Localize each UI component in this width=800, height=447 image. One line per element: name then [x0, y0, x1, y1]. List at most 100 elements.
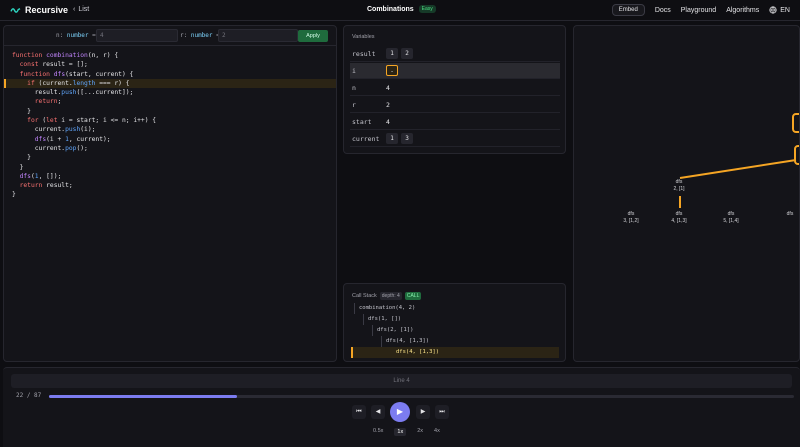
nav-docs[interactable]: Docs	[655, 7, 671, 14]
code-line: }	[12, 163, 24, 171]
param-r-name: r:	[180, 32, 188, 39]
code-line: function combination(n, r) {	[12, 52, 119, 59]
back-to-list-link[interactable]: ‹ List	[73, 6, 89, 13]
variable-row: n4	[350, 80, 560, 96]
nav-playground[interactable]: Playground	[681, 7, 716, 14]
state-badge: CALL	[404, 292, 422, 300]
step-forward-button[interactable]: ▶	[416, 405, 430, 419]
param-r-label: r: number =	[180, 32, 220, 39]
top-nav: Embed Docs Playground Algorithms EN	[611, 4, 790, 16]
variable-value: 4	[386, 83, 390, 92]
skip-to-start-button[interactable]: ⏮	[352, 405, 366, 419]
speed-selector: 0.5x 1x 2x 4x	[373, 428, 440, 436]
tree-node[interactable]: dfs 5, [1,4]	[712, 209, 750, 226]
chevron-left-icon: ‹	[73, 6, 76, 13]
variable-name: current	[352, 134, 380, 143]
depth-badge: depth: 4	[379, 292, 402, 300]
tree-node-label: dfs	[627, 211, 635, 217]
tree-edge-root	[679, 159, 797, 179]
param-n-input[interactable]: 4	[96, 29, 178, 42]
params-bar: n: number = 4 r: number = 2 Apply	[4, 26, 336, 46]
code-line: current.push(i);	[12, 126, 96, 134]
tree-node-label: dfs	[727, 211, 735, 217]
tree-node-args: 2, [1]	[673, 185, 685, 192]
tree-node-args: 5, [1,4]	[723, 217, 739, 224]
call-stack-title: Call Stack	[352, 293, 377, 299]
code-line: return;	[34, 98, 62, 106]
play-button[interactable]: ▶	[390, 402, 410, 422]
step-back-icon: ◀	[375, 409, 381, 415]
code-panel: n: number = 4 r: number = 2 Apply functi…	[3, 25, 337, 362]
code-line: for (let i = start; i <= n; i++) {	[27, 117, 157, 125]
code-line: dfs(1, []);	[19, 172, 62, 180]
tree-node-label: dfs	[786, 211, 794, 217]
wave-icon	[10, 7, 21, 13]
variable-value: 13	[386, 133, 416, 144]
tree-node[interactable]: dfs 4, [1,3]	[660, 209, 698, 226]
value-chip: -	[386, 65, 398, 76]
language-selector[interactable]: EN	[769, 6, 790, 14]
variable-row: result 1 2	[350, 46, 560, 62]
skip-back-icon: ⏮	[356, 409, 362, 415]
code-editor: function combination(n, r) { const resul…	[4, 51, 336, 200]
value-chip: 3	[401, 133, 413, 144]
speed-option[interactable]: 4x	[434, 428, 440, 436]
step-back-button[interactable]: ◀	[371, 405, 385, 419]
top-bar: Recursive ‹ List Combinations Easy Embed…	[0, 0, 800, 21]
variable-name: n	[352, 83, 356, 92]
variable-row: current 1 3	[350, 131, 560, 147]
code-line: }	[12, 191, 16, 199]
step-forward-icon: ▶	[420, 409, 426, 415]
tree-node-label: dfs	[675, 179, 683, 185]
code-line: const result = [];	[19, 61, 88, 69]
code-line: }	[12, 107, 31, 115]
value-chip: 2	[401, 48, 413, 59]
variable-name: start	[352, 117, 372, 126]
progress-track[interactable]	[49, 395, 794, 398]
recursion-tree-panel[interactable]: dfs 2, [1] dfs 3, [1,2] dfs 4, [1,3] dfs 5, …	[573, 25, 800, 362]
param-n-label: n: number =	[56, 32, 96, 39]
tree-node[interactable]: dfs	[771, 209, 799, 226]
speed-option[interactable]: 2x	[417, 428, 423, 436]
code-line: current.pop();	[12, 144, 88, 152]
variable-row: i-	[350, 63, 560, 79]
nav-algorithms[interactable]: Algorithms	[726, 7, 759, 14]
step-counter: 22 / 87	[16, 392, 42, 399]
variable-value: 2	[386, 100, 390, 109]
variable-name: r	[352, 100, 356, 109]
variable-row: start 4	[350, 114, 560, 130]
param-n-type: number	[66, 32, 89, 39]
stack-frame: dfs(2, [1])	[372, 325, 413, 336]
brand-logo[interactable]: Recursive	[10, 5, 68, 15]
play-icon: ▶	[396, 407, 404, 416]
problem-title-group: Combinations Easy	[367, 5, 436, 13]
tree-edges	[679, 113, 799, 208]
param-r-input[interactable]: 2	[218, 29, 298, 42]
code-line: return result;	[19, 182, 73, 190]
tree-node[interactable]: dfs 2, [1]	[660, 177, 698, 194]
variable-value: 4	[386, 117, 390, 126]
tree-node-label: dfs	[675, 211, 683, 217]
back-label: List	[78, 6, 90, 13]
tree-node[interactable]: dfs 3, [1,2]	[612, 209, 650, 226]
tree-node-offscreen-a	[792, 113, 799, 133]
code-line: if (current.length === r) {	[4, 78, 336, 89]
call-stack-header: Call Stack depth: 4 CALL	[352, 292, 422, 300]
value-chip: 1	[386, 48, 398, 59]
code-line: dfs(i + 1, current);	[34, 135, 111, 143]
stack-frame: dfs(1, [])	[363, 314, 401, 325]
apply-button[interactable]: Apply	[298, 30, 328, 42]
variable-value: 12	[386, 48, 416, 59]
language-label: EN	[780, 6, 790, 14]
variable-row: r2	[350, 97, 560, 113]
skip-to-end-button[interactable]: ⏭	[435, 405, 449, 419]
code-line: result.push([...current]);	[12, 89, 134, 97]
value-chip: 1	[386, 133, 398, 144]
tree-node-args: 4, [1,3]	[671, 217, 687, 224]
code-line: function dfs(start, current) {	[19, 70, 134, 78]
speed-option[interactable]: 1x	[394, 428, 407, 436]
tree-node-offscreen-b	[794, 145, 799, 165]
speed-option[interactable]: 0.5x	[373, 428, 383, 436]
param-n-name: n:	[56, 32, 64, 39]
embed-button[interactable]: Embed	[611, 4, 645, 16]
